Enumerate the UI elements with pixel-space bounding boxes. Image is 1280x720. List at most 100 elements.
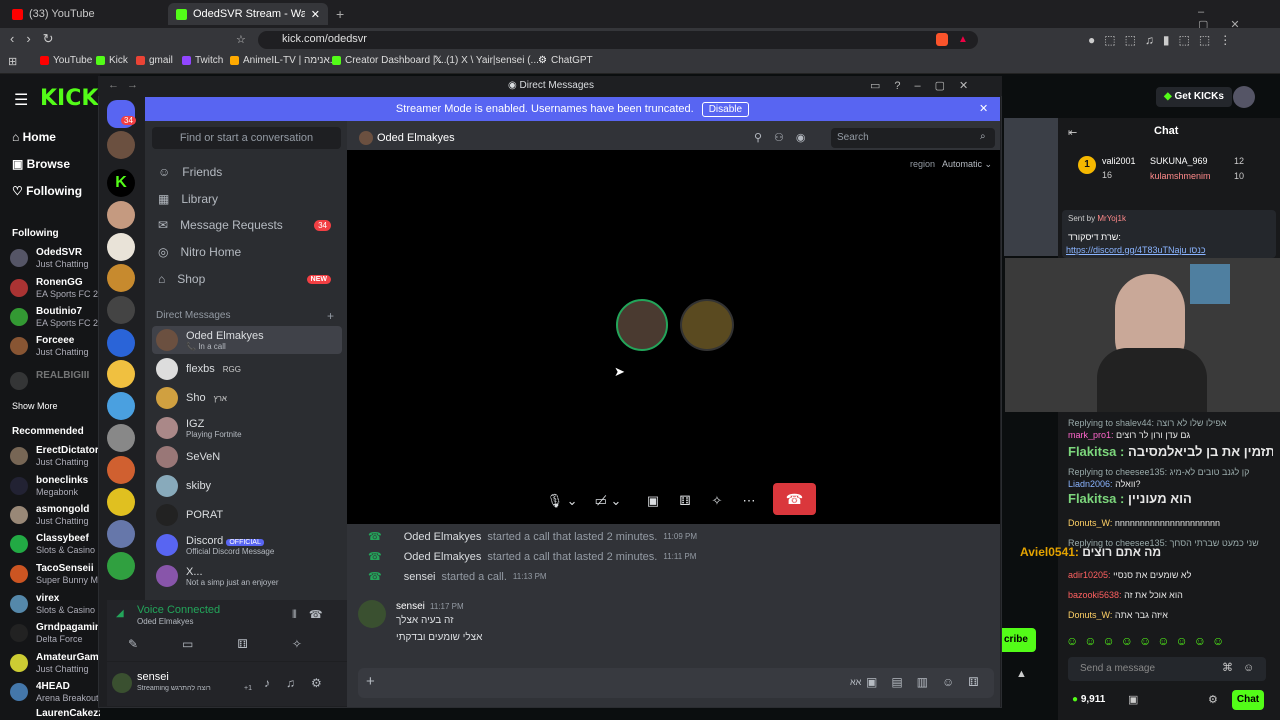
server-icon[interactable] — [107, 360, 135, 388]
attach-icon[interactable]: + — [366, 673, 375, 690]
collapse-chat-icon[interactable]: ⇤ — [1068, 126, 1077, 139]
following-channel[interactable]: Boutinio7 EA Sports FC 26 — [10, 306, 103, 332]
server-icon[interactable] — [107, 233, 135, 261]
chat-message[interactable]: adir10205: לא שומעים את סנסיי — [1068, 570, 1273, 580]
region-select[interactable]: Automatic ⌄ — [942, 159, 992, 170]
apps-icon[interactable]: ⊞ — [8, 55, 17, 68]
server-icon[interactable] — [107, 296, 135, 324]
server-icon[interactable] — [107, 456, 135, 484]
kick-nav-following[interactable]: ♡ Following — [12, 184, 82, 198]
brave-shield-icon[interactable] — [936, 33, 948, 46]
get-kicks-button[interactable]: ◆ Get KICKs — [1156, 87, 1232, 107]
hamburger-menu-icon[interactable]: ☰ — [14, 90, 28, 110]
user-controls[interactable]: ♪♫⚙ — [264, 676, 338, 690]
nav-message-requests[interactable]: ✉ Message Requests 34 — [152, 213, 341, 237]
dm-item[interactable]: Discord OFFICIAL Official Discord Message — [152, 531, 342, 559]
soundboard-button[interactable]: ✧ — [706, 487, 728, 515]
server-icon[interactable] — [107, 552, 135, 580]
dm-item[interactable]: IGZ Playing Fortnite — [152, 414, 342, 442]
server-icon[interactable] — [107, 424, 135, 452]
create-dm-icon[interactable]: + — [327, 309, 334, 323]
nav-nitro-home[interactable]: ◎ Nitro Home — [152, 240, 341, 264]
mic-button[interactable]: 🎙 ⌄ — [542, 487, 582, 515]
recommended-channel[interactable]: 4HEAD Arena Breakout — [10, 681, 100, 707]
server-icon[interactable] — [107, 264, 135, 292]
dm-item[interactable]: SeVeN — [152, 443, 342, 471]
rewards-icon[interactable]: ▲ — [958, 34, 968, 45]
bookmark-chatgpt[interactable]: ⚙ ChatGPT — [538, 55, 593, 66]
voice-actions[interactable]: ✎▭⚅✧ — [128, 637, 346, 651]
settings-icon[interactable]: ⚙ — [1208, 693, 1218, 706]
chat-message[interactable]: Flakitsa : תזמין את בן לביאלמסיבה — [1068, 444, 1273, 459]
kick-server-icon[interactable]: K — [107, 169, 135, 197]
nav-library[interactable]: ▦ Library — [152, 187, 341, 211]
participant-avatar[interactable] — [680, 299, 734, 351]
bookmark-twitch[interactable]: Twitch — [182, 55, 223, 66]
chat-message[interactable]: mark_pro1: גם עדן ורון לר רוצים — [1068, 430, 1273, 440]
bookmark-animeil[interactable]: AnimeIL-TV | אנימה... — [230, 55, 338, 66]
close-tab-icon[interactable]: ✕ — [311, 8, 320, 21]
kick-logo[interactable]: KICK — [40, 86, 98, 111]
server-icon[interactable] — [107, 131, 135, 159]
server-icon[interactable] — [107, 392, 135, 420]
user-avatar[interactable] — [112, 673, 132, 693]
chat-send-button[interactable]: Chat — [1232, 690, 1264, 710]
following-channel[interactable]: OdedSVR Just Chatting — [10, 247, 100, 273]
dm-item[interactable]: X... Not a simp just an enjoyer — [152, 562, 342, 590]
subscribe-button[interactable]: cribe — [1002, 628, 1036, 652]
bookmark-x[interactable]: 𝕏 (1) X \ Yair|sensei (... — [434, 55, 539, 66]
user-avatar[interactable] — [1233, 86, 1255, 108]
chat-message[interactable]: Liadn2006: וואלה? — [1068, 479, 1273, 489]
chat-message[interactable]: bazooki5638: הוא אוכל את זה — [1068, 590, 1273, 600]
dm-item[interactable]: Sho ארץ — [152, 384, 342, 412]
message-avatar[interactable] — [358, 600, 386, 628]
pinned-link[interactable]: https://discord.gg/4T83uTNaju כנסו — [1066, 245, 1236, 255]
server-icon[interactable] — [107, 329, 135, 357]
bookmark-kick[interactable]: Kick — [96, 55, 128, 66]
discord-window-controls[interactable]: ▭?–▢✕ — [870, 79, 982, 92]
chat-message[interactable]: Aviel0541: מה אתם רוצים — [1020, 545, 1270, 559]
tab-kick[interactable]: OdedSVR Stream - Watch Live o✕ — [168, 3, 328, 25]
kick-nav-home[interactable]: ⌂ Home — [12, 130, 56, 144]
recommended-channel[interactable]: virex Slots & Casino — [10, 593, 100, 619]
bookmark-gmail[interactable]: gmail — [136, 55, 173, 66]
kick-nav-browse[interactable]: ▣ Browse — [12, 157, 70, 171]
screen-share-button[interactable]: ▣ — [642, 487, 664, 515]
noise-disconnect-icons[interactable]: ⦀☎ — [292, 608, 335, 622]
emote-bar[interactable]: ☺☺☺☺☺☺☺☺☺ — [1066, 634, 1230, 648]
url-bar[interactable]: kick.com/odedsvr — [258, 31, 978, 49]
camera-button[interactable]: ▭̸ ⌄ — [588, 487, 628, 515]
recommended-channel[interactable]: boneclinks Megabonk — [10, 475, 100, 501]
nav-friends[interactable]: ☺ Friends — [152, 160, 341, 184]
disable-streamer-mode-button[interactable]: Disable — [701, 101, 750, 117]
gift-icon[interactable]: ▣ — [1128, 693, 1138, 706]
server-icon[interactable] — [107, 520, 135, 548]
tab-youtube[interactable]: (33) YouTube — [4, 3, 164, 25]
new-tab-icon[interactable]: + — [336, 6, 344, 22]
discord-back-forward-icon[interactable]: ←→ — [108, 79, 146, 91]
chat-message[interactable]: Donuts_W: איזה גבר אתה — [1068, 610, 1273, 620]
bookmark-star-icon[interactable]: ☆ — [236, 33, 246, 46]
dm-item[interactable]: skiby — [152, 472, 342, 500]
recommended-channel[interactable]: ErectDictator Just Chatting — [10, 445, 100, 471]
recommended-channel[interactable]: AmateurGam Just Chatting — [10, 652, 100, 678]
chat-message[interactable]: Donuts_W: nnnnnnnnnnnnnnnnnnnnn — [1068, 518, 1273, 528]
search-input[interactable]: Search — [831, 128, 995, 148]
server-icon[interactable] — [107, 488, 135, 516]
input-actions[interactable]: ▣▤▥☺⚅ — [866, 675, 993, 689]
voice-status[interactable]: Voice Connected — [137, 604, 220, 616]
extension-icons[interactable]: ●⬚⬚♫▮⬚⬚⋮ — [1088, 33, 1240, 47]
following-channel[interactable]: Forceee Just Chatting — [10, 335, 100, 361]
channel-points[interactable]: ● 9,911 — [1072, 694, 1105, 705]
following-channel[interactable]: REALBIGIII — [10, 370, 100, 396]
recommended-channel[interactable]: Classybeef Slots & Casino — [10, 533, 100, 559]
recommended-channel[interactable]: LaurenCakezz174 — [10, 708, 100, 720]
following-channel[interactable]: RonenGG EA Sports FC 26 — [10, 277, 103, 303]
dm-item[interactable]: Oded Elmakyes 📞 In a call — [152, 326, 342, 354]
recommended-channel[interactable]: Grndpagamin Delta Force — [10, 622, 101, 648]
nav-shop[interactable]: ⌂ Shop NEW — [152, 267, 341, 291]
more-options-button[interactable]: ⋯ — [738, 487, 760, 515]
activity-button[interactable]: ⚅ — [674, 487, 696, 515]
chat-message[interactable]: Flakitsa : הוא מעוניין — [1068, 491, 1273, 506]
participant-avatar[interactable] — [616, 299, 668, 351]
